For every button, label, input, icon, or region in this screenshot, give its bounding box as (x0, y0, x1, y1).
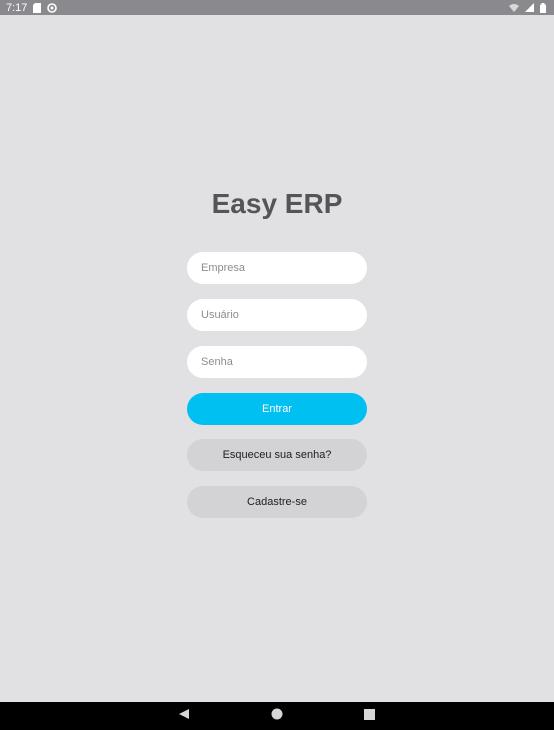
signal-icon (525, 3, 534, 12)
wifi-icon (509, 3, 519, 12)
battery-icon (540, 2, 546, 13)
register-button[interactable]: Cadastre-se (187, 486, 367, 518)
home-icon (271, 707, 283, 725)
recents-icon (363, 707, 375, 725)
navigation-bar (0, 702, 554, 730)
forgot-password-button[interactable]: Esqueceu sua senha? (187, 439, 367, 471)
company-input[interactable] (187, 252, 367, 284)
sd-card-icon (33, 2, 42, 13)
app-title: Easy ERP (211, 188, 343, 219)
sync-icon (47, 2, 58, 13)
status-time: 7:17 (6, 1, 28, 14)
login-button[interactable]: Entrar (187, 393, 367, 425)
home-button[interactable] (263, 702, 291, 730)
recents-button[interactable] (355, 702, 383, 730)
password-input[interactable] (187, 346, 367, 378)
back-icon (178, 707, 190, 725)
status-right (509, 2, 546, 13)
username-input[interactable] (187, 299, 367, 331)
status-left: 7:17 (6, 1, 58, 14)
back-button[interactable] (170, 702, 198, 730)
status-bar: 7:17 (0, 0, 554, 15)
